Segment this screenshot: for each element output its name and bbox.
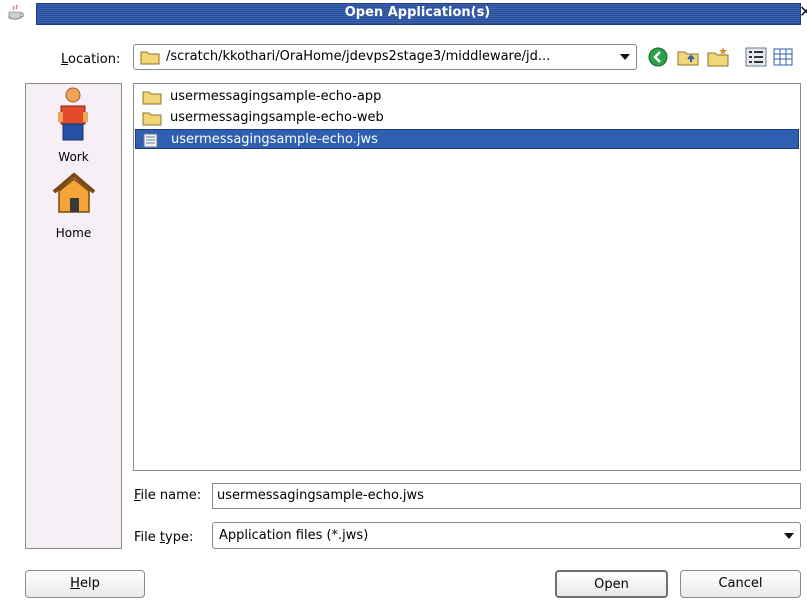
new-folder-icon[interactable] bbox=[707, 46, 729, 68]
window-title: Open Application(s) bbox=[344, 5, 491, 20]
java-cup-icon[interactable] bbox=[6, 4, 26, 22]
place-label: Work bbox=[58, 150, 89, 164]
list-view-icon[interactable] bbox=[745, 46, 767, 68]
location-path: /scratch/kkothari/OraHome/jdevps2stage3/… bbox=[166, 49, 551, 64]
file-name-field[interactable]: usermessagingsample-echo.jws bbox=[212, 483, 801, 509]
file-list[interactable]: usermessagingsample-echo-app usermessagi… bbox=[133, 83, 801, 471]
close-icon[interactable]: ✕ bbox=[799, 2, 807, 21]
go-back-icon[interactable] bbox=[647, 46, 669, 68]
chevron-down-icon[interactable] bbox=[782, 528, 796, 544]
list-item[interactable]: usermessagingsample-echo-web bbox=[138, 108, 798, 128]
location-combo[interactable]: /scratch/kkothari/OraHome/jdevps2stage3/… bbox=[133, 44, 637, 70]
document-icon bbox=[143, 133, 158, 155]
up-folder-icon[interactable] bbox=[677, 46, 699, 68]
folder-icon bbox=[140, 50, 160, 68]
title-bar: Open Application(s) ✕ bbox=[0, 0, 807, 26]
chevron-down-icon[interactable] bbox=[618, 49, 632, 65]
places-sidebar: Work Home bbox=[25, 83, 122, 549]
help-button[interactable]: Help bbox=[25, 570, 145, 598]
user-work-icon bbox=[26, 84, 121, 144]
file-name: usermessagingsample-echo.jws bbox=[171, 132, 378, 147]
list-item[interactable]: usermessagingsample-echo-app bbox=[138, 87, 798, 107]
place-home[interactable]: Home bbox=[26, 172, 121, 240]
list-item-selected[interactable]: usermessagingsample-echo.jws bbox=[135, 129, 799, 149]
file-type-value: Application files (*.jws) bbox=[219, 528, 369, 543]
location-label: Location: bbox=[61, 52, 121, 67]
details-view-icon[interactable] bbox=[772, 46, 794, 68]
file-type-select[interactable]: Application files (*.jws) bbox=[212, 522, 801, 549]
file-name: usermessagingsample-echo-web bbox=[170, 110, 384, 125]
place-work[interactable]: Work bbox=[26, 84, 121, 164]
place-label: Home bbox=[55, 226, 92, 240]
open-button[interactable]: Open bbox=[555, 570, 668, 598]
home-icon bbox=[26, 172, 121, 216]
file-name-label: File name: bbox=[134, 488, 202, 503]
file-name: usermessagingsample-echo-app bbox=[170, 89, 382, 104]
cancel-button[interactable]: Cancel bbox=[680, 570, 801, 598]
file-type-label: File type: bbox=[134, 530, 194, 545]
